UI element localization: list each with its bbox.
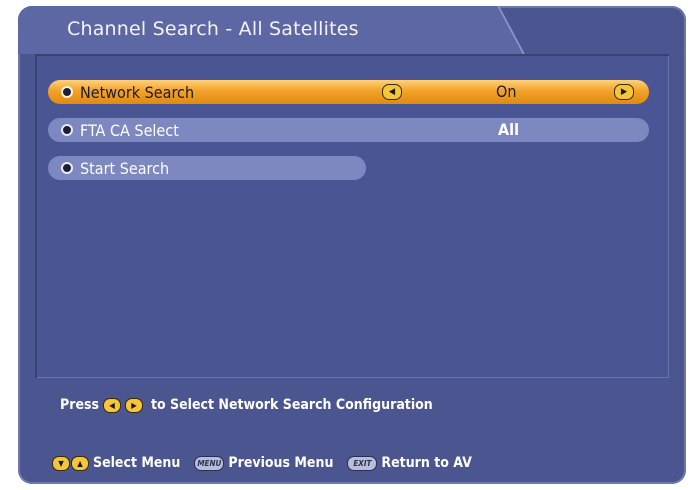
up-arrow-key-icon: ▲ — [71, 455, 89, 471]
window-title: Channel Search - All Satellites — [67, 18, 359, 40]
hint-press: Press — [60, 397, 99, 413]
footer-previous-menu-label: Previous Menu — [228, 455, 334, 471]
footer-previous-menu: MENU Previous Menu — [194, 455, 333, 471]
bullet-icon — [61, 162, 73, 174]
help-hint: Press ◀ ▶ to Select Network Search Confi… — [60, 397, 433, 413]
menu-item-network-search[interactable]: Network Search ◀ On ▶ — [48, 80, 649, 104]
footer-return-av: EXIT Return to AV — [347, 455, 472, 471]
footer-select-menu: ▼ ▲ Select Menu — [52, 455, 180, 471]
menu-item-start-search[interactable]: Start Search — [48, 156, 366, 180]
exit-key-icon: EXIT — [347, 455, 378, 471]
menu-item-label: Start Search — [80, 158, 170, 178]
menu-key-icon: MENU — [194, 455, 225, 471]
down-arrow-key-icon: ▼ — [52, 455, 70, 471]
right-arrow-key-icon: ▶ — [125, 397, 143, 413]
right-arrow-key-icon[interactable]: ▶ — [614, 84, 634, 100]
menu-item-value: All — [498, 120, 519, 139]
bullet-icon — [61, 86, 73, 98]
menu-item-value: On — [496, 82, 517, 101]
footer-select-menu-label: Select Menu — [93, 455, 181, 471]
footer-return-av-label: Return to AV — [381, 455, 472, 471]
left-arrow-key-icon: ◀ — [103, 397, 121, 413]
menu-item-fta-ca-select[interactable]: FTA CA Select All — [48, 118, 649, 142]
menu-item-label: FTA CA Select — [80, 120, 179, 140]
bullet-icon — [61, 124, 73, 136]
left-arrow-key-icon[interactable]: ◀ — [382, 84, 402, 100]
footer-legend: ▼ ▲ Select Menu MENU Previous Menu EXIT … — [52, 455, 486, 471]
hint-text: to Select Network Search Configuration — [151, 397, 433, 413]
menu-item-label: Network Search — [80, 82, 195, 102]
